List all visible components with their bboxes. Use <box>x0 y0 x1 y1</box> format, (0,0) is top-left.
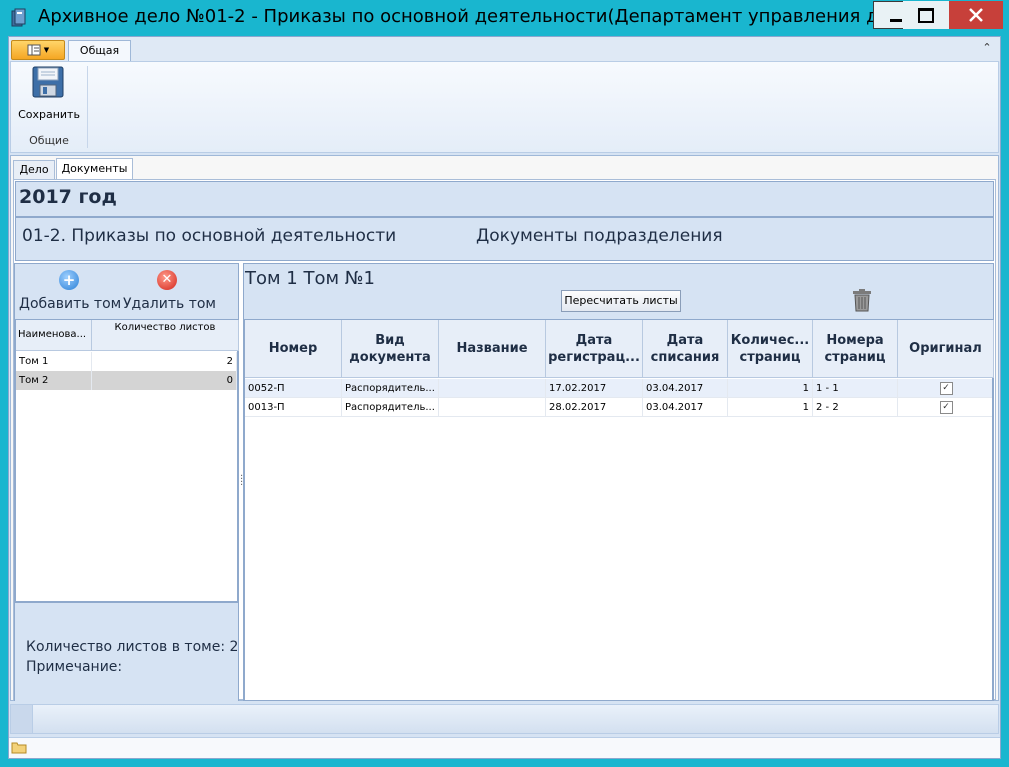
case-info-panel: 01-2. Приказы по основной деятельности Д… <box>15 217 994 261</box>
maximize-icon <box>918 7 934 23</box>
column-header-name[interactable]: Наименова... <box>16 320 92 351</box>
doc-page-numbers: 2 - 2 <box>813 398 898 417</box>
documents-grid: Номер Вид документа Название Дата регист… <box>244 319 994 701</box>
table-row[interactable]: 0013-П Распорядитель... 28.02.2017 03.04… <box>245 398 992 417</box>
ribbon-group-divider <box>87 66 88 148</box>
close-button[interactable] <box>949 1 1003 29</box>
doc-reg-date: 17.02.2017 <box>546 379 643 398</box>
recalculate-sheets-button[interactable]: Пересчитать листы <box>561 290 681 312</box>
tab-content: 2017 год 01-2. Приказы по основной деяте… <box>13 179 996 701</box>
window-client: ▼ Общая ⌃ Сохранить Общие Дело Документы… <box>8 36 1001 759</box>
documents-panel: Том 1 Том №1 Пересчитать листы Номер Вид… <box>243 263 994 701</box>
doc-number: 0013-П <box>245 398 342 417</box>
status-strip <box>10 704 999 734</box>
doc-page-count: 1 <box>728 398 813 417</box>
case-title: 01-2. Приказы по основной деятельности <box>22 226 397 246</box>
status-handle <box>11 705 33 733</box>
volume-name: Том 1 <box>16 352 92 371</box>
floppy-disk-icon <box>32 66 64 98</box>
doc-write-off-date: 03.04.2017 <box>643 398 728 417</box>
maximize-button[interactable] <box>903 1 949 29</box>
doc-title <box>439 379 546 398</box>
title-bar: Архивное дело №01-2 - Приказы по основно… <box>0 0 1009 36</box>
ribbon-tab-general[interactable]: Общая <box>68 40 131 62</box>
doc-kind: Распорядитель... <box>342 398 439 417</box>
column-header-sheets[interactable]: Количество листов <box>92 320 239 351</box>
doc-kind: Распорядитель... <box>342 379 439 398</box>
volume-sheet-count: 0 <box>92 371 237 390</box>
ribbon-tab-strip: ▼ Общая ⌃ <box>9 37 1000 62</box>
delete-volume-button[interactable]: Удалить том <box>123 296 216 312</box>
book-icon <box>10 8 28 28</box>
save-button[interactable]: Сохранить <box>14 66 82 122</box>
table-row[interactable]: Том 2 0 <box>16 371 237 390</box>
doc-write-off-date: 03.04.2017 <box>643 379 728 398</box>
doc-page-numbers: 1 - 1 <box>813 379 898 398</box>
doc-original-cell: ✓ <box>898 379 994 398</box>
year-panel: 2017 год <box>15 181 994 217</box>
minimize-icon <box>890 18 902 22</box>
volume-sheet-count: 2 <box>92 352 237 371</box>
table-row[interactable]: 0052-П Распорядитель... 17.02.2017 03.04… <box>245 379 992 398</box>
column-header-page-numbers[interactable]: Номера страниц <box>813 320 898 378</box>
table-row[interactable]: Том 1 2 <box>16 352 237 371</box>
menu-icon <box>27 44 41 56</box>
original-checkbox[interactable]: ✓ <box>939 381 953 395</box>
ribbon-panel: Сохранить Общие <box>10 61 999 153</box>
volumes-panel: + ✕ Добавить том Удалить том Наименова..… <box>14 263 239 701</box>
case-type: Документы подразделения <box>476 226 723 246</box>
column-header-doc-kind[interactable]: Вид документа <box>342 320 439 378</box>
save-button-label: Сохранить <box>18 108 80 121</box>
add-volume-button[interactable]: Добавить том <box>19 296 121 312</box>
close-icon <box>969 8 983 22</box>
column-header-title[interactable]: Название <box>439 320 546 378</box>
add-icon[interactable]: + <box>59 270 79 290</box>
window-title: Архивное дело №01-2 - Приказы по основно… <box>38 6 945 27</box>
delete-icon[interactable]: ✕ <box>157 270 177 290</box>
doc-reg-date: 28.02.2017 <box>546 398 643 417</box>
column-header-reg-date[interactable]: Дата регистрац... <box>546 320 643 378</box>
bottom-bar <box>9 737 1000 758</box>
folder-icon[interactable] <box>11 741 27 754</box>
column-header-page-count[interactable]: Количес... страниц <box>728 320 813 378</box>
doc-original-cell: ✓ <box>898 398 994 417</box>
doc-title <box>439 398 546 417</box>
year-heading: 2017 год <box>19 186 117 208</box>
app-menu-button[interactable]: ▼ <box>11 40 65 60</box>
ribbon-collapse-icon[interactable]: ⌃ <box>979 41 995 57</box>
tab-documents[interactable]: Документы <box>56 158 133 180</box>
sheets-in-volume: Количество листов в томе: 2 <box>26 639 239 655</box>
document-area: Дело Документы 2017 год 01-2. Приказы по… <box>10 155 999 701</box>
trash-icon[interactable] <box>849 287 875 313</box>
volume-details: Количество листов в томе: 2 Примечание: <box>15 602 238 701</box>
column-header-write-off-date[interactable]: Дата списания <box>643 320 728 378</box>
note-label: Примечание: <box>26 659 123 675</box>
tab-case[interactable]: Дело <box>13 160 55 180</box>
ribbon-group-label: Общие <box>29 134 69 147</box>
volume-name: Том 2 <box>16 371 92 390</box>
doc-page-count: 1 <box>728 379 813 398</box>
column-header-number[interactable]: Номер <box>245 320 342 378</box>
volume-title: Том 1 Том №1 <box>245 268 375 289</box>
doc-number: 0052-П <box>245 379 342 398</box>
chevron-down-icon: ▼ <box>43 46 50 54</box>
original-checkbox[interactable]: ✓ <box>939 400 953 414</box>
volumes-grid: Наименова... Количество листов Том 1 2 Т… <box>15 319 239 602</box>
column-header-original[interactable]: Оригинал <box>898 320 994 378</box>
